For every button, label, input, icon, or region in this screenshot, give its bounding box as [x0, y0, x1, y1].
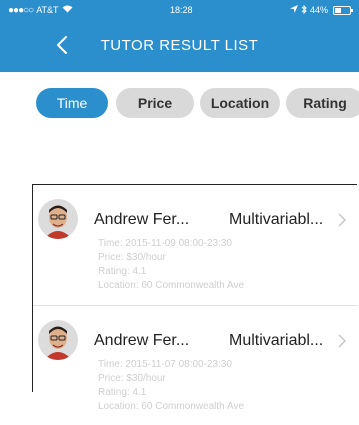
sort-tabs: Time Price Location Rating — [0, 72, 359, 136]
chevron-right-icon — [338, 334, 347, 348]
tutor-course: Multivariabl... — [229, 332, 324, 349]
chevron-right-icon — [338, 213, 347, 227]
battery-icon — [333, 5, 353, 15]
header: TUTOR RESULT LIST — [0, 20, 359, 72]
location: Location: 60 Commonwealth Ave — [98, 280, 245, 291]
status-right: 44% — [289, 4, 353, 16]
results-list: Andrew Fer... Multivariabl... Time: 2015… — [32, 184, 358, 412]
tutor-name: Andrew Fer... — [94, 332, 190, 349]
tab-label: Time — [56, 95, 88, 111]
tab-label: Price — [137, 95, 173, 111]
clock: 18:28 — [170, 5, 193, 15]
list-item[interactable]: Andrew Fer... Multivariabl... Time: 2015… — [33, 305, 358, 425]
wifi-icon — [62, 5, 73, 15]
signal-strength-icon: ●●●○○ — [8, 4, 34, 16]
battery-percent: 44% — [309, 5, 328, 15]
session-time: Time: 2015-11-09 08:00-23:30 — [98, 238, 232, 249]
tab-location[interactable]: Location — [200, 88, 280, 118]
carrier-label: AT&T — [36, 5, 59, 15]
status-left: ●●●○○ AT&T — [8, 5, 73, 16]
location-arrow-icon — [289, 5, 298, 15]
bluetooth-icon — [301, 4, 307, 16]
location: Location: 60 Commonwealth Ave — [98, 401, 245, 412]
tab-label: Location — [210, 95, 270, 111]
list-item[interactable]: Andrew Fer... Multivariabl... Time: 2015… — [33, 185, 358, 305]
rating: Rating: 4.1 — [98, 266, 147, 277]
page-title: TUTOR RESULT LIST — [100, 37, 259, 54]
price: Price: $30/hour — [98, 373, 166, 384]
tab-time[interactable]: Time — [36, 88, 108, 118]
price: Price: $30/hour — [98, 252, 166, 263]
tutor-course: Multivariabl... — [229, 211, 324, 228]
avatar — [38, 320, 78, 360]
status-bar: ●●●○○ AT&T 18:28 44% — [0, 0, 359, 20]
tab-label: Rating — [303, 95, 347, 111]
session-time: Time: 2015-11-07 08:00-23:30 — [98, 359, 232, 370]
tutor-name: Andrew Fer... — [94, 211, 190, 228]
tab-price[interactable]: Price — [116, 88, 194, 118]
avatar — [38, 199, 78, 239]
rating: Rating: 4.1 — [98, 387, 147, 398]
tab-rating[interactable]: Rating — [286, 88, 359, 118]
battery-level — [335, 7, 341, 13]
